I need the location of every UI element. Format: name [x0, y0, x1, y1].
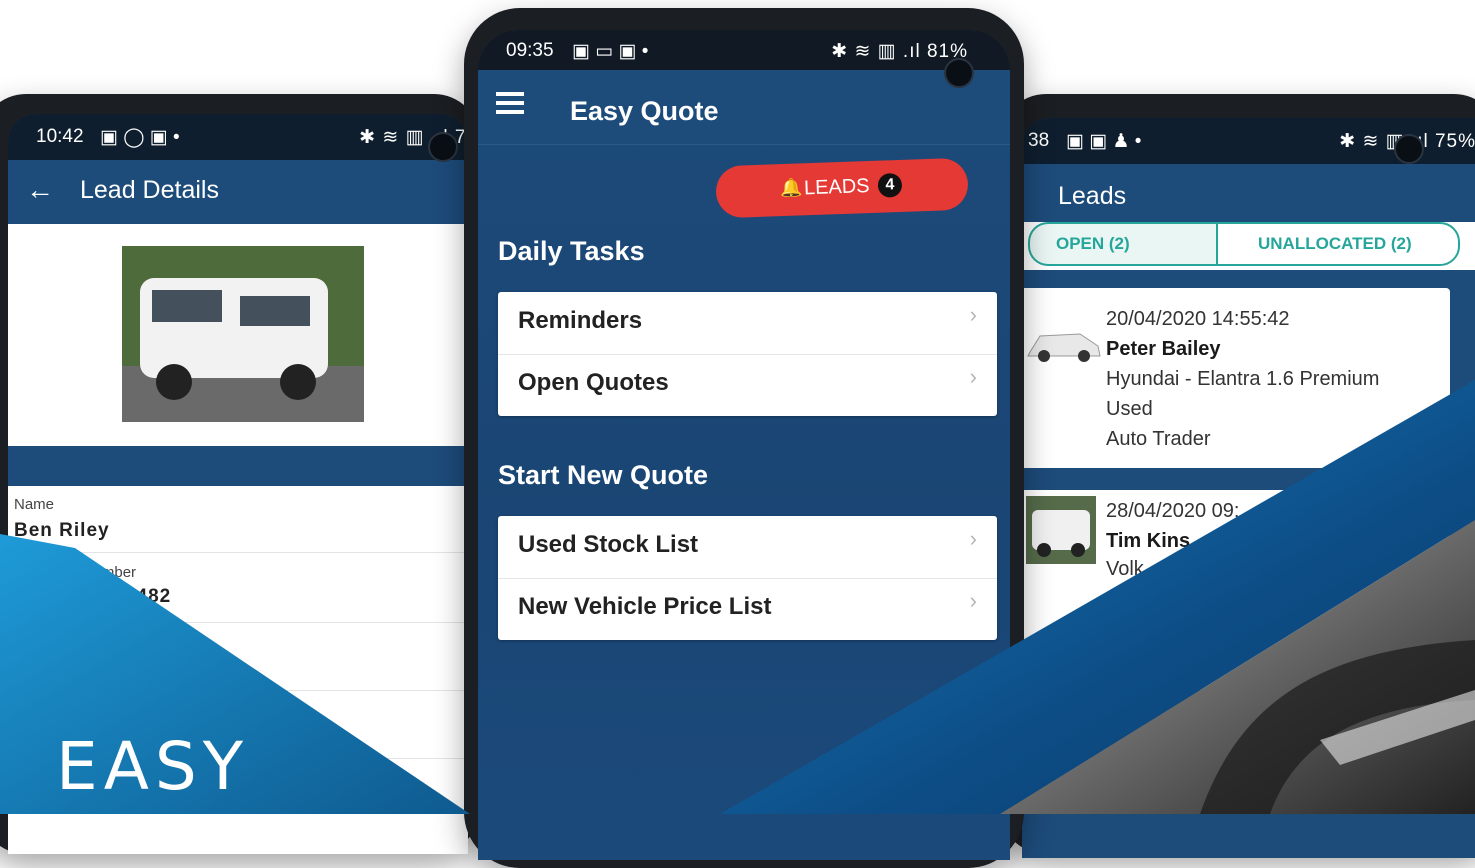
vehicle-image-card: [8, 224, 468, 446]
lead-date: 20/04/2020 14:55:42: [1106, 308, 1290, 330]
camera-icon: [1394, 134, 1424, 164]
daily-tasks-card: Reminders › Open Quotes ›: [498, 292, 997, 416]
new-quote-card: Used Stock List › New Vehicle Price List…: [498, 516, 997, 640]
field-value-phone[interactable]: 467 3482: [84, 586, 171, 608]
tab-unallocated-label: UNALLOCATED (2): [1258, 234, 1412, 253]
status-time: 38: [1028, 130, 1050, 151]
menu-icon[interactable]: [496, 92, 524, 114]
chevron-right-icon: ›: [969, 526, 977, 551]
tab-open[interactable]: OPEN (2): [1028, 222, 1220, 266]
lead-vehicle: Hyundai - Elantra 1.6 Premium: [1106, 368, 1380, 390]
divider: [8, 622, 468, 623]
lead-name: Tim Kins: [1106, 530, 1191, 552]
status-bar: 10:42 ▣ ◯ ▣ • ✱ ≋ ▥ .ıl 75: [8, 114, 468, 160]
tab-bar: OPEN (2) UNALLOCATED (2): [1022, 222, 1475, 270]
field-value-email[interactable]: om: [204, 656, 235, 678]
chevron-right-icon: ›: [969, 302, 977, 327]
camera-icon: [944, 58, 974, 88]
status-right: ✱ ≋ ▥ .ıl 81%: [831, 41, 968, 62]
right-screen: 38 ▣ ▣ ♟ • ✱ ≋ ▥ .ıl 75% Leads OPEN (2) …: [1022, 118, 1475, 858]
menu-item-used-stock-list[interactable]: Used Stock List ›: [498, 516, 997, 579]
leads-count-badge: 4: [877, 172, 903, 198]
car-thumbnail: [1027, 333, 1101, 362]
center-screen: 09:35 ▣ ▭ ▣ • ✱ ≋ ▥ .ıl 81% Easy Quote 🔔…: [478, 30, 1010, 860]
app-bar: Easy Quote: [478, 70, 1010, 145]
start-new-quote-heading: Start New Quote: [498, 460, 709, 490]
status-icons: ▣ ◯ ▣ •: [100, 127, 180, 148]
menu-item-new-vehicle-price-list[interactable]: New Vehicle Price List ›: [498, 578, 997, 640]
menu-item-label: Open Quotes: [518, 369, 669, 396]
app-bar: ← Lead Details: [8, 160, 468, 224]
status-icons: ▣ ▭ ▣ •: [572, 41, 649, 62]
page-title: Leads: [1058, 182, 1127, 210]
van-photo: [122, 246, 364, 422]
chevron-right-icon: ›: [969, 588, 977, 613]
list-item[interactable]: 28/04/2020 09: Tim Kins Volk: [1022, 490, 1450, 690]
field-label-name: Name: [14, 496, 55, 513]
menu-item-open-quotes[interactable]: Open Quotes ›: [498, 354, 997, 416]
chevron-right-icon: ›: [969, 364, 977, 389]
lead-name: Peter Bailey: [1106, 338, 1221, 360]
right-phone: 38 ▣ ▣ ♟ • ✱ ≋ ▥ .ıl 75% Leads OPEN (2) …: [1000, 94, 1475, 858]
easy-banner-text: EASY: [56, 728, 250, 805]
tab-unallocated[interactable]: UNALLOCATED (2): [1216, 222, 1460, 266]
list-item[interactable]: 20/04/2020 14:55:42 Peter Bailey Hyundai…: [1022, 288, 1450, 468]
field-label-phone: ntact Number: [46, 564, 137, 581]
status-icons: ▣ ▣ ♟ •: [1066, 131, 1142, 152]
field-value-name: Ben Riley: [14, 520, 110, 541]
lead-source: Auto Trader: [1106, 428, 1211, 450]
center-phone: 09:35 ▣ ▭ ▣ • ✱ ≋ ▥ .ıl 81% Easy Quote 🔔…: [464, 8, 1024, 868]
leads-button[interactable]: 🔔 LEADS 4: [715, 157, 969, 219]
lead-condition: Used: [1106, 398, 1153, 420]
back-arrow-icon[interactable]: ←: [26, 174, 54, 206]
leads-label: LEADS: [803, 175, 870, 200]
menu-item-label: Reminders: [518, 307, 643, 334]
divider: [8, 690, 468, 691]
tab-open-label: OPEN (2): [1056, 234, 1130, 253]
page-title: Easy Quote: [570, 96, 719, 126]
bell-icon: 🔔: [779, 177, 803, 199]
divider: [8, 552, 468, 553]
status-time: 10:42: [36, 126, 84, 147]
page-title: Lead Details: [80, 176, 219, 204]
menu-item-label: New Vehicle Price List: [518, 593, 772, 620]
lead-date: 28/04/2020 09:: [1106, 500, 1240, 522]
menu-item-label: Used Stock List: [518, 531, 699, 558]
van-thumbnail: [1026, 496, 1096, 564]
app-bar: Leads: [1022, 164, 1475, 222]
daily-tasks-heading: Daily Tasks: [498, 236, 645, 266]
status-bar: 09:35 ▣ ▭ ▣ • ✱ ≋ ▥ .ıl 81%: [478, 30, 1010, 70]
camera-icon: [428, 132, 458, 162]
status-time: 09:35: [506, 40, 554, 61]
menu-item-reminders[interactable]: Reminders ›: [498, 292, 997, 355]
lead-vehicle: Volk: [1106, 558, 1144, 580]
